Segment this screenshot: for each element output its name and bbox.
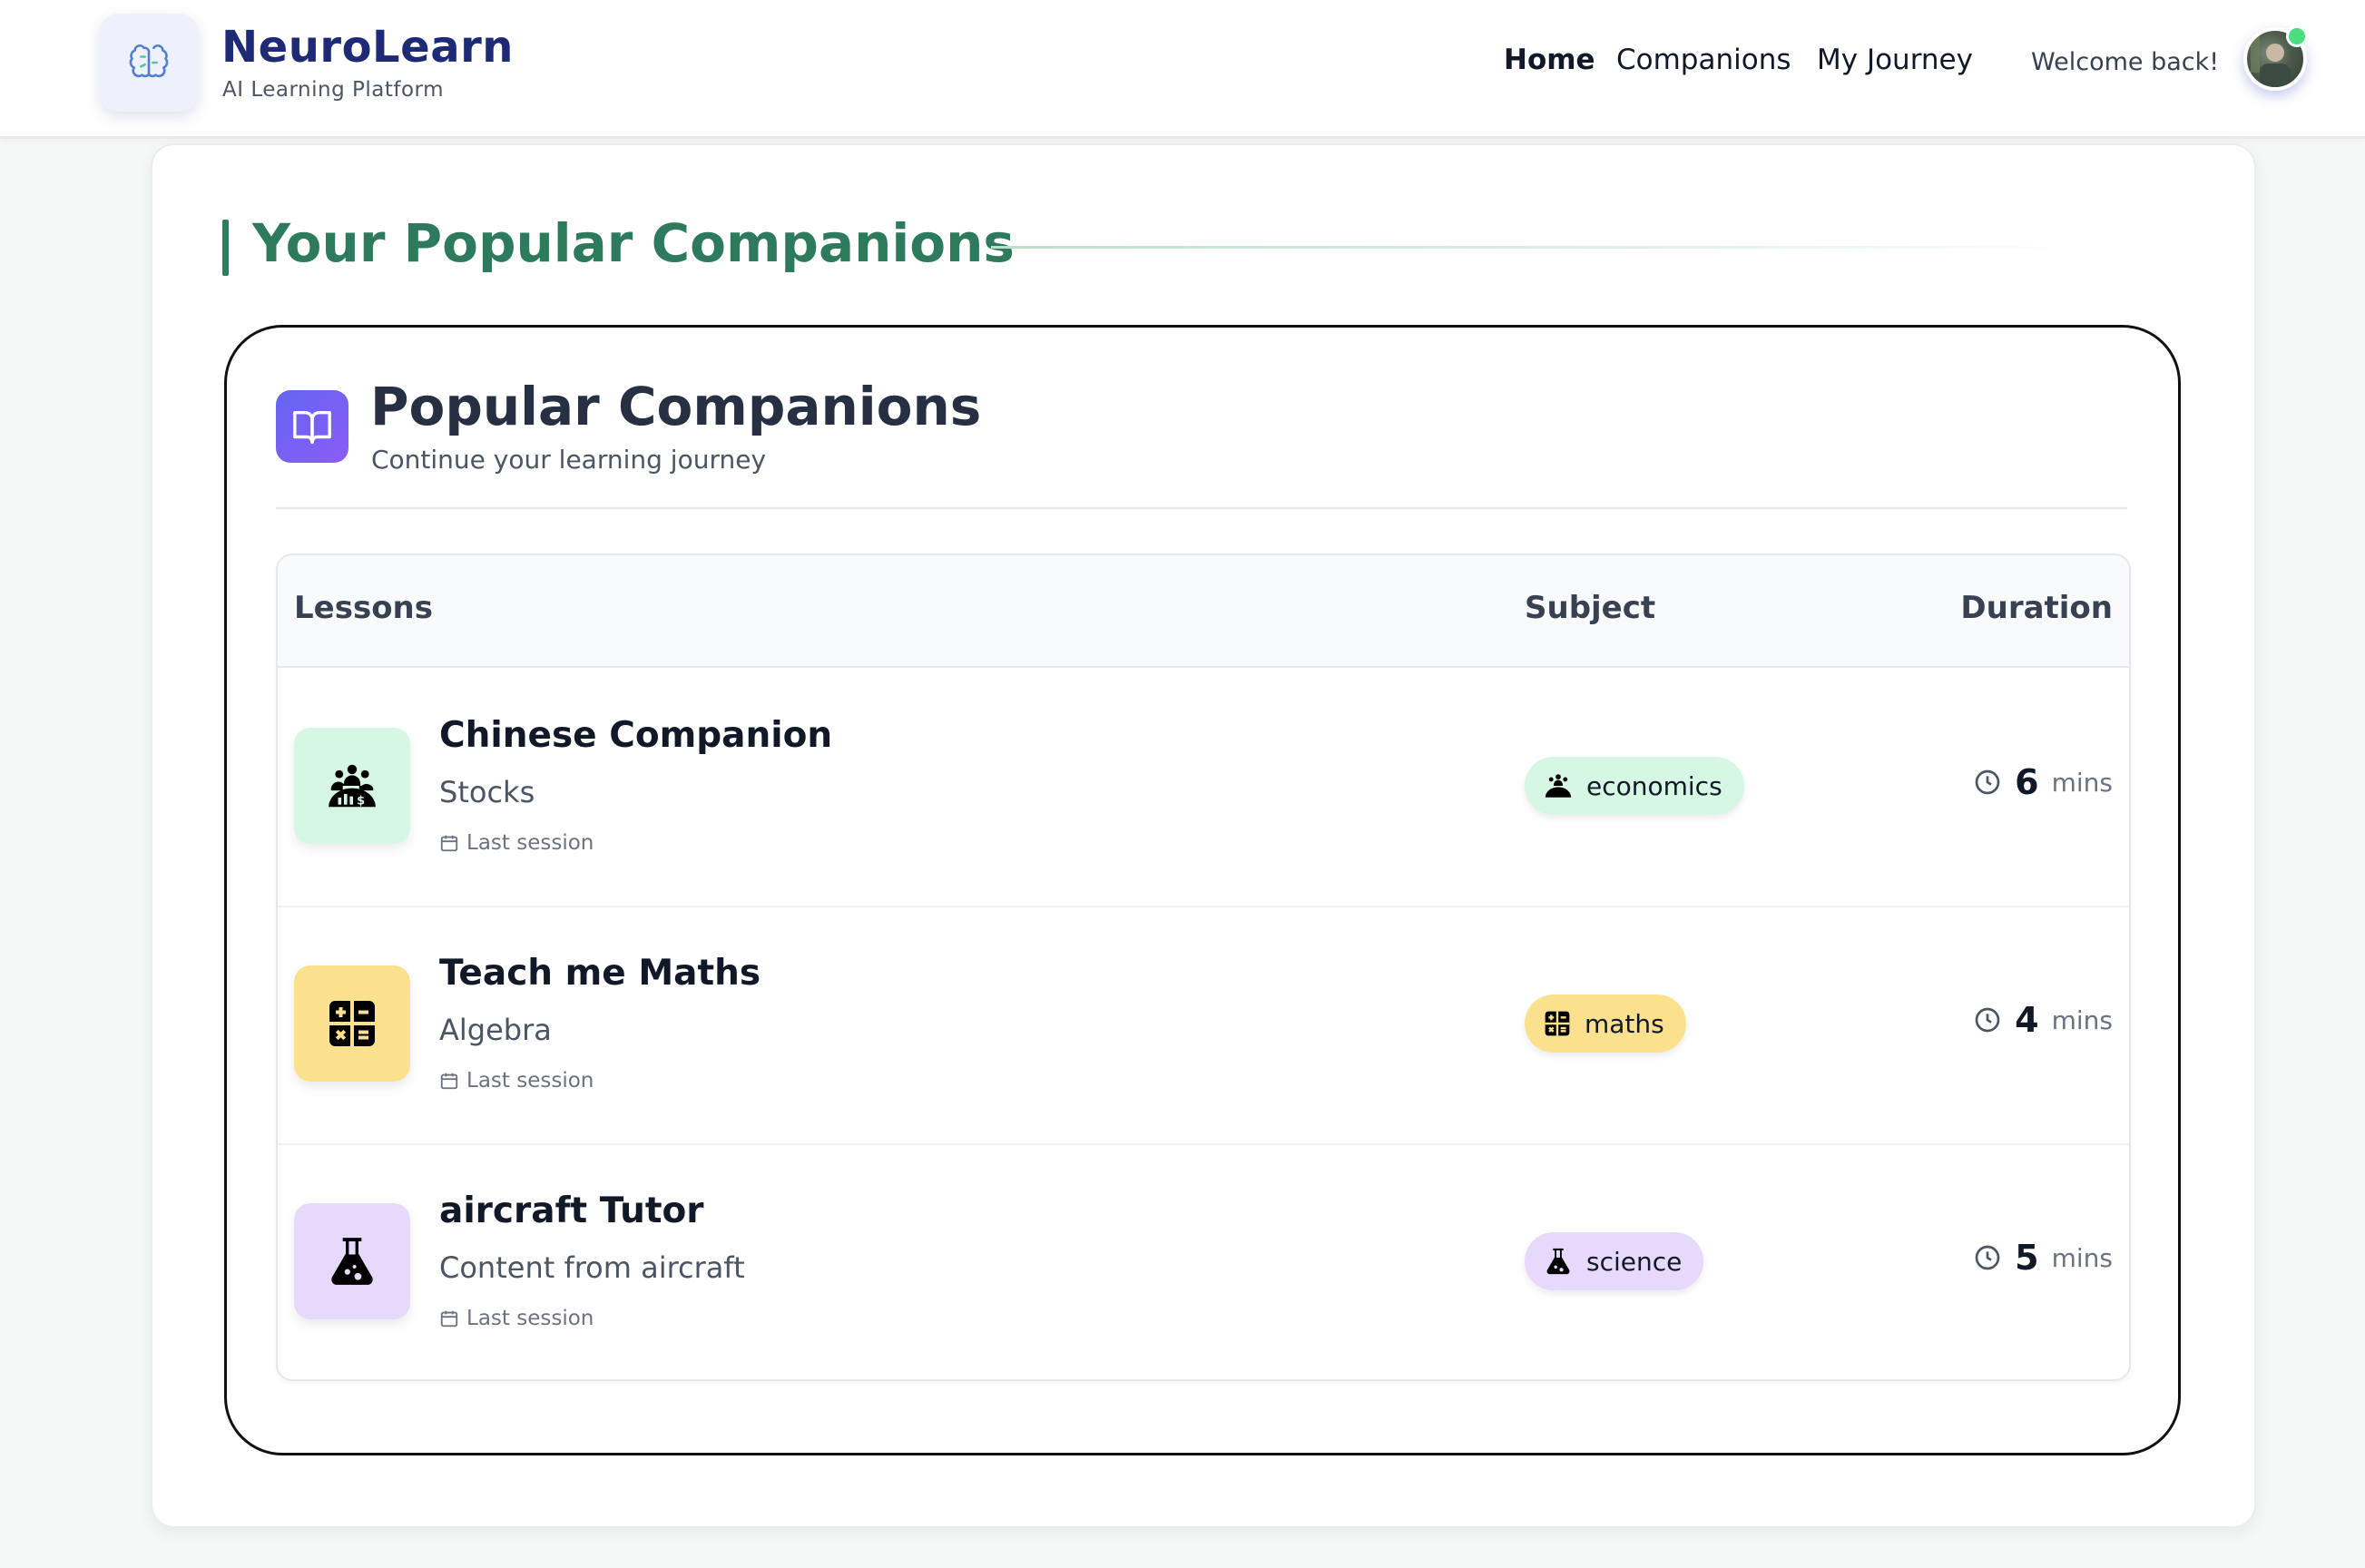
nav-my-journey[interactable]: My Journey bbox=[1817, 44, 1973, 76]
lesson-topic: Algebra bbox=[439, 1013, 552, 1047]
lesson-name[interactable]: Chinese Companion bbox=[439, 715, 832, 756]
last-session-label: Last session bbox=[466, 831, 594, 855]
logo[interactable] bbox=[100, 14, 198, 112]
brain-icon bbox=[129, 44, 169, 78]
table-row[interactable]: aircraft Tutor Content from aircraft Las… bbox=[278, 1143, 2129, 1379]
subject-badge[interactable]: economics bbox=[1525, 757, 1744, 815]
card-divider bbox=[276, 507, 2127, 509]
last-session: Last session bbox=[439, 831, 594, 855]
section-title: Your Popular Companions bbox=[252, 212, 1015, 274]
clock-icon bbox=[1975, 1007, 2000, 1033]
duration-value: 4 bbox=[2015, 1000, 2039, 1040]
flask-icon bbox=[294, 1203, 410, 1319]
nav-home[interactable]: Home bbox=[1504, 44, 1595, 76]
duration-value: 5 bbox=[2015, 1238, 2039, 1278]
table-header: Lessons Subject Duration bbox=[278, 555, 2129, 668]
header-subject: Subject bbox=[1525, 590, 1656, 626]
book-open-icon bbox=[276, 390, 348, 463]
header-lessons: Lessons bbox=[294, 590, 433, 626]
economics-icon: $ bbox=[294, 728, 410, 844]
table-row[interactable]: Teach me Maths Algebra Last session math… bbox=[278, 906, 2129, 1145]
subject-badge[interactable]: maths bbox=[1525, 995, 1686, 1053]
table-row[interactable]: $ Chinese Companion Stocks Last session … bbox=[278, 668, 2129, 907]
top-navbar: NeuroLearn AI Learning Platform Home Com… bbox=[0, 0, 2365, 139]
duration-unit: mins bbox=[2051, 767, 2113, 798]
card-title: Popular Companions bbox=[370, 376, 982, 437]
lesson-topic: Content from aircraft bbox=[439, 1250, 745, 1285]
duration-unit: mins bbox=[2051, 1242, 2113, 1273]
subject-label: science bbox=[1586, 1246, 1683, 1277]
calendar-icon bbox=[440, 835, 458, 852]
duration: 5 mins bbox=[1973, 1238, 2113, 1278]
calendar-icon bbox=[440, 1073, 458, 1090]
economics-icon bbox=[1545, 774, 1572, 798]
last-session: Last session bbox=[439, 1307, 594, 1330]
duration: 4 mins bbox=[1973, 1000, 2113, 1040]
companions-table: Lessons Subject Duration $ Chinese Compa… bbox=[276, 554, 2131, 1381]
clock-icon bbox=[1975, 769, 2000, 795]
section-divider bbox=[991, 246, 2080, 249]
lesson-name[interactable]: Teach me Maths bbox=[439, 953, 761, 994]
brand-tagline: AI Learning Platform bbox=[222, 78, 444, 102]
online-status-dot bbox=[2286, 25, 2308, 47]
card-subtitle: Continue your learning journey bbox=[371, 445, 767, 475]
last-session-label: Last session bbox=[466, 1069, 594, 1093]
brand-name[interactable]: NeuroLearn bbox=[221, 22, 514, 73]
duration-value: 6 bbox=[2015, 762, 2039, 802]
svg-text:$: $ bbox=[357, 795, 365, 808]
header-duration: Duration bbox=[1960, 590, 2113, 626]
welcome-text: Welcome back! bbox=[2031, 48, 2220, 76]
flask-icon bbox=[1546, 1248, 1570, 1275]
lesson-name[interactable]: aircraft Tutor bbox=[439, 1191, 704, 1231]
calendar-icon bbox=[440, 1310, 458, 1328]
calculator-icon bbox=[1545, 1011, 1570, 1036]
lesson-topic: Stocks bbox=[439, 775, 535, 809]
section-accent-bar bbox=[222, 220, 229, 276]
subject-label: economics bbox=[1586, 770, 1722, 801]
duration-unit: mins bbox=[2051, 1004, 2113, 1035]
subject-badge[interactable]: science bbox=[1525, 1232, 1704, 1290]
last-session-label: Last session bbox=[466, 1307, 594, 1330]
clock-icon bbox=[1975, 1245, 2000, 1270]
nav-companions[interactable]: Companions bbox=[1616, 44, 1791, 76]
calculator-icon bbox=[294, 965, 410, 1082]
duration: 6 mins bbox=[1973, 762, 2113, 802]
last-session: Last session bbox=[439, 1069, 594, 1093]
subject-label: maths bbox=[1585, 1008, 1664, 1039]
